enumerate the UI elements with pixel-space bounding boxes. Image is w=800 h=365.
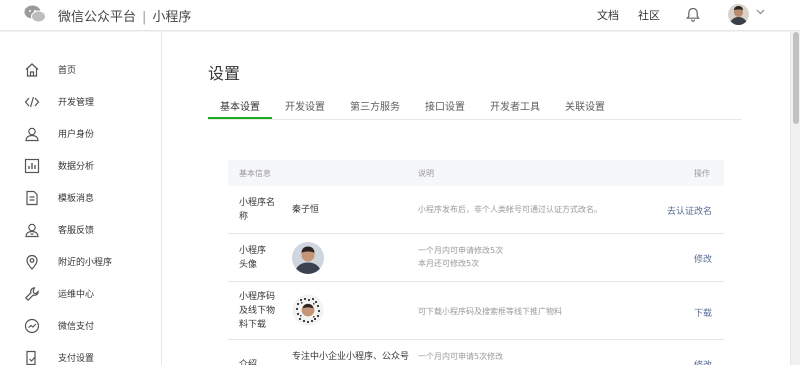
chevron-down-icon[interactable] <box>756 9 765 15</box>
table-row: 小程序名称 秦子恒 小程序发布后，非个人类帐号可通过认证方式改名。 去认证改名 <box>228 186 724 234</box>
miniprogram-avatar <box>292 242 324 274</box>
row-label: 介绍 <box>239 360 258 365</box>
sidebar-item-home[interactable]: 首页 <box>0 54 161 86</box>
sidebar-item-label: 客服反馈 <box>58 226 95 236</box>
sidebar-item-label: 支付设置 <box>58 354 95 364</box>
sidebar-item-label: 开发管理 <box>58 98 95 108</box>
table-row: 小程序头像 一个月内可申请修改5次 本月还可修改5次 修改 <box>228 234 724 282</box>
sidebar: 首页 开发管理 用户身份 数据分析 模板消息 客服反馈 附近的小程序 运维中心 … <box>0 32 162 365</box>
row-description: 本月还可修改5次 <box>418 259 480 268</box>
miniprogram-qr-code <box>292 294 324 326</box>
miniprogram-name-value: 秦子恒 <box>292 205 320 215</box>
sidebar-item-label: 模板消息 <box>58 194 95 204</box>
row-label: 小程序码及线下物料下载 <box>239 292 276 330</box>
product-name: 小程序 <box>152 10 192 25</box>
sidebar-item-payment-settings[interactable]: 支付设置 <box>0 342 161 365</box>
row-label: 小程序头像 <box>239 246 267 270</box>
sidebar-item-label: 运维中心 <box>58 290 95 300</box>
page-scrollbar[interactable] <box>790 32 800 365</box>
verify-rename-link[interactable]: 去认证改名 <box>667 204 712 217</box>
sidebar-item-operations-center[interactable]: 运维中心 <box>0 278 161 310</box>
scrollbar-thumb[interactable] <box>793 32 799 124</box>
top-bar: 微信公众平台 | 小程序 文档 社区 <box>0 0 800 31</box>
sidebar-item-wechat-pay[interactable]: 微信支付 <box>0 310 161 342</box>
download-link[interactable]: 下载 <box>694 306 712 319</box>
brand-title[interactable]: 微信公众平台 | 小程序 <box>58 6 191 25</box>
row-description: 一个月内可申请5次修改 <box>418 352 504 361</box>
sidebar-item-label: 附近的小程序 <box>58 258 113 268</box>
wechat-logo-icon[interactable] <box>24 5 46 23</box>
payment-settings-icon <box>26 350 36 365</box>
tab-dev-settings[interactable]: 开发设置 <box>285 98 325 113</box>
table-row: 介绍 专注中小企业小程序、公众号 一个月内可申请5次修改 修改 <box>228 340 724 365</box>
user-icon <box>25 127 39 142</box>
sidebar-item-user-identity[interactable]: 用户身份 <box>0 118 161 150</box>
sidebar-item-nearby-miniprograms[interactable]: 附近的小程序 <box>0 246 161 278</box>
sidebar-item-label: 微信支付 <box>58 322 95 332</box>
tab-api-settings[interactable]: 接口设置 <box>425 98 465 113</box>
code-icon <box>24 96 40 108</box>
row-description: 小程序发布后，非个人类帐号可通过认证方式改名。 <box>418 205 602 214</box>
tab-third-party-services[interactable]: 第三方服务 <box>350 98 400 113</box>
bell-icon[interactable] <box>686 7 700 22</box>
table-header: 基本信息 说明 操作 <box>228 160 724 186</box>
brand-separator: | <box>142 10 147 25</box>
sidebar-item-label: 数据分析 <box>58 162 95 172</box>
docs-link[interactable]: 文档 <box>597 7 619 23</box>
sidebar-item-customer-feedback[interactable]: 客服反馈 <box>0 214 161 246</box>
community-link[interactable]: 社区 <box>638 7 660 23</box>
page-title: 设置 <box>208 64 241 83</box>
tab-related-settings[interactable]: 关联设置 <box>565 98 605 113</box>
wrench-icon <box>24 287 39 302</box>
active-tab-indicator <box>208 117 272 119</box>
table-row: 小程序码及线下物料下载 可下载小程序码及搜索框等线下推广物料 下载 <box>228 282 724 340</box>
payment-icon <box>24 318 40 334</box>
column-header-description: 说明 <box>418 169 434 178</box>
row-label: 小程序名称 <box>239 198 276 222</box>
sidebar-item-template-messages[interactable]: 模板消息 <box>0 182 161 214</box>
bar-chart-icon <box>24 158 40 174</box>
row-description: 一个月内可申请修改5次 <box>418 246 504 255</box>
column-header-info: 基本信息 <box>239 169 271 178</box>
sidebar-item-label: 首页 <box>58 66 77 76</box>
avatar[interactable] <box>728 4 749 25</box>
home-icon <box>25 63 39 77</box>
location-pin-icon <box>26 254 38 270</box>
tab-developer-tools[interactable]: 开发者工具 <box>490 98 540 113</box>
sidebar-item-dev-management[interactable]: 开发管理 <box>0 86 161 118</box>
intro-value: 专注中小企业小程序、公众号 <box>292 352 410 362</box>
modify-intro-link[interactable]: 修改 <box>694 358 712 365</box>
settings-tabs: 基本设置 开发设置 第三方服务 接口设置 开发者工具 关联设置 <box>208 90 742 120</box>
modify-avatar-link[interactable]: 修改 <box>694 252 712 265</box>
document-icon <box>26 190 38 206</box>
customer-service-icon <box>25 223 39 238</box>
column-header-actions: 操作 <box>694 169 710 178</box>
sidebar-item-label: 用户身份 <box>58 130 95 140</box>
brand-name: 微信公众平台 <box>58 10 137 25</box>
sidebar-item-data-analysis[interactable]: 数据分析 <box>0 150 161 182</box>
basic-info-card: 基本信息 说明 操作 小程序名称 秦子恒 小程序发布后，非个人类帐号可通过认证方… <box>208 140 742 365</box>
row-description: 可下载小程序码及搜索框等线下推广物料 <box>418 307 562 316</box>
main-content: 设置 基本设置 开发设置 第三方服务 接口设置 开发者工具 关联设置 基本信息 … <box>162 32 790 365</box>
tab-basic-settings[interactable]: 基本设置 <box>220 98 260 113</box>
